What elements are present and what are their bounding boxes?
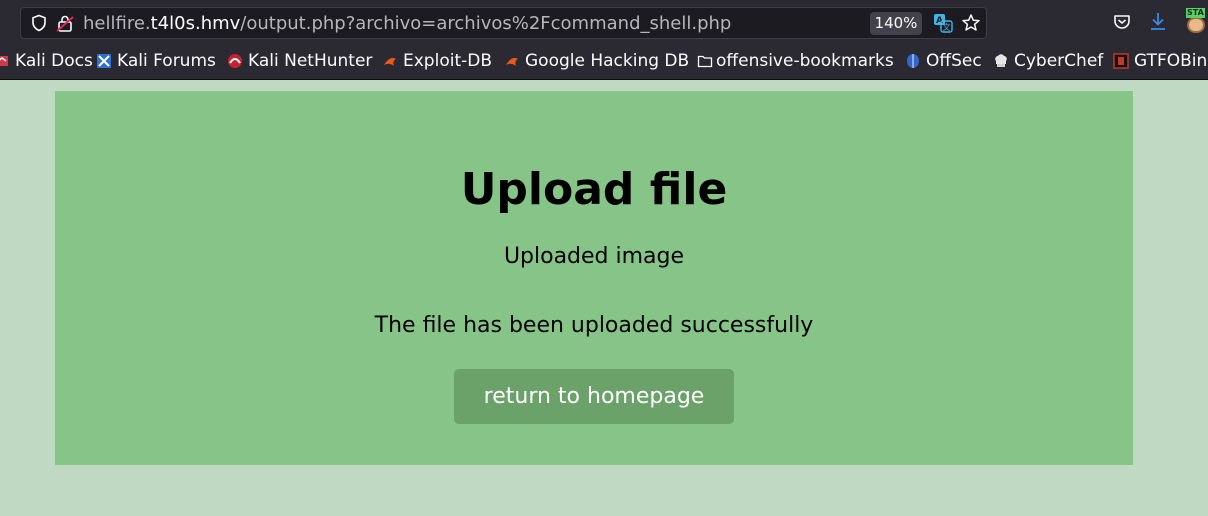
offsec-icon xyxy=(907,54,919,68)
bookmark-label: Exploit-DB xyxy=(403,51,492,71)
bookmark-label: Google Hacking DB xyxy=(525,51,690,71)
bookmark-label: Kali NetHunter xyxy=(248,51,373,71)
bookmark-kali-forums[interactable]: Kali Forums xyxy=(96,46,216,78)
page-body: Upload file Uploaded image The file has … xyxy=(0,81,1208,516)
bookmark-exploit-db[interactable]: Exploit-DB xyxy=(382,46,492,78)
bookmarks-toolbar: Kali Docs Kali Forums Kali NetHunter Exp… xyxy=(0,46,1208,80)
page-title: Upload file xyxy=(460,164,728,215)
return-to-homepage-button[interactable]: return to homepage xyxy=(454,369,734,424)
tracking-protection-shield-icon[interactable] xyxy=(30,14,48,32)
folder-icon xyxy=(697,55,713,68)
bookmark-label: OffSec xyxy=(926,51,982,71)
bookmark-google-hacking-db[interactable]: Google Hacking DB xyxy=(504,46,689,78)
kali-forums-icon xyxy=(97,54,111,68)
bookmark-star-icon[interactable] xyxy=(961,13,981,33)
upload-success-message: The file has been uploaded successfully xyxy=(374,313,814,338)
extension-icon[interactable]: STA xyxy=(1184,8,1208,34)
kali-docs-icon xyxy=(0,56,8,66)
translate-icon[interactable]: A 文 xyxy=(933,13,953,33)
bookmark-gtfobins[interactable]: GTFOBins xyxy=(1113,46,1208,78)
zoom-level-button[interactable]: 140% xyxy=(870,12,922,35)
bookmark-label: Kali Docs xyxy=(15,51,93,71)
bookmark-offsec[interactable]: OffSec xyxy=(905,46,982,78)
url-host: t4l0s.hmv xyxy=(150,13,241,34)
gtfobins-icon xyxy=(1113,53,1129,69)
bookmark-folder-offensive[interactable]: offensive-bookmarks xyxy=(697,46,894,78)
bookmark-kali-nethunter[interactable]: Kali NetHunter xyxy=(227,46,372,78)
uploaded-image-label: Uploaded image xyxy=(503,244,685,269)
svg-text:文: 文 xyxy=(943,22,951,32)
url-path: /output.php?archivo=archivos%2Fcommand_s… xyxy=(240,13,732,34)
extension-tag: STA xyxy=(1186,8,1205,18)
address-bar[interactable]: hellfire.t4l0s.hmv/output.php?archivo=ar… xyxy=(20,7,987,39)
bookmark-label: Kali Forums xyxy=(117,51,216,71)
bookmark-label: GTFOBins xyxy=(1134,51,1208,71)
exploit-db-icon xyxy=(384,57,396,66)
bookmark-label: CyberChef xyxy=(1014,51,1104,71)
nethunter-icon xyxy=(228,54,242,68)
url-host-prefix: hellfire. xyxy=(83,13,151,34)
url-text[interactable]: hellfire.t4l0s.hmv/output.php?archivo=ar… xyxy=(83,12,731,36)
download-icon[interactable] xyxy=(1148,11,1168,33)
bookmark-label: offensive-bookmarks xyxy=(716,51,894,71)
browser-toolbar: hellfire.t4l0s.hmv/output.php?archivo=ar… xyxy=(0,0,1208,46)
upload-result-card: Upload file Uploaded image The file has … xyxy=(55,91,1133,465)
ghdb-icon xyxy=(506,57,518,66)
insecure-lock-icon[interactable] xyxy=(55,13,75,33)
extension-face-icon xyxy=(1187,17,1205,33)
bookmark-kali-docs[interactable]: Kali Docs xyxy=(0,46,93,78)
cyberchef-icon xyxy=(995,54,1007,67)
bookmark-cyberchef[interactable]: CyberChef xyxy=(993,46,1103,78)
pocket-icon[interactable] xyxy=(1112,12,1132,32)
